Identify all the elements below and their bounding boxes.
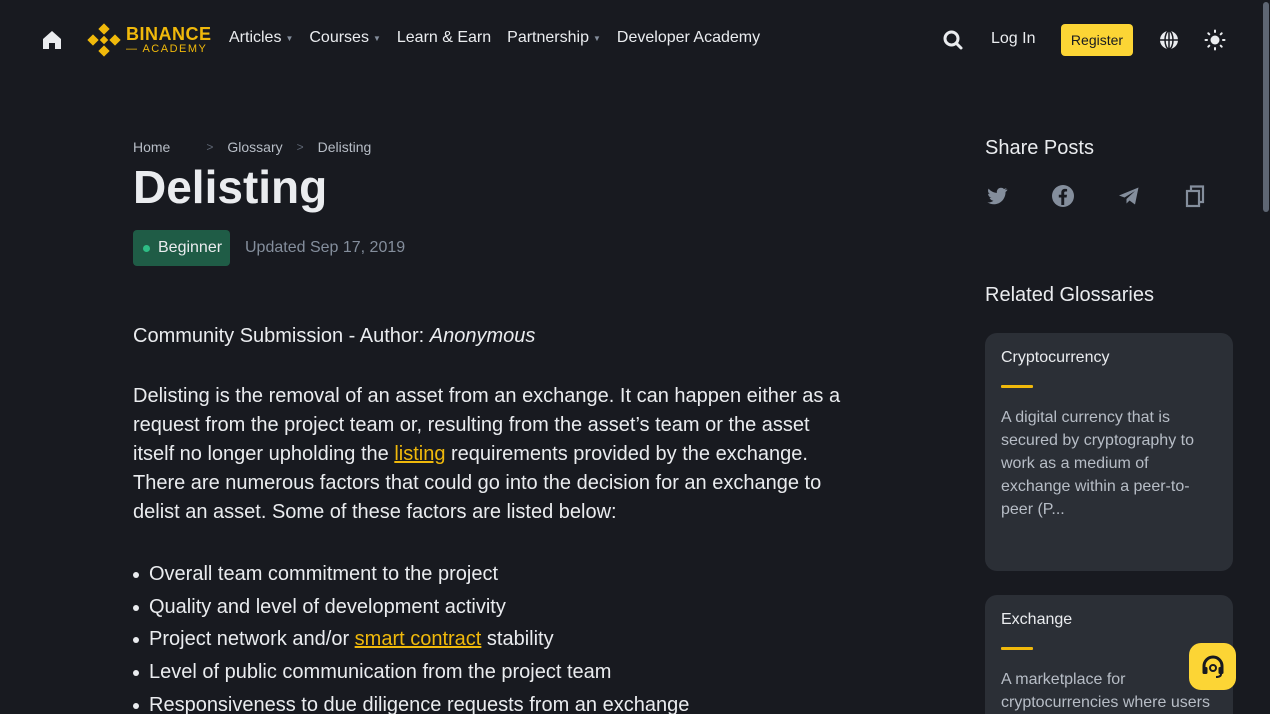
card-accent-bar [1001, 385, 1033, 388]
list-item: Responsiveness to due diligence requests… [133, 689, 689, 714]
theme-icon[interactable] [1204, 29, 1226, 51]
globe-icon[interactable] [1158, 29, 1180, 51]
breadcrumb: Home > Glossary > Delisting [133, 139, 371, 155]
card-accent-bar [1001, 647, 1033, 650]
nav-partnership[interactable]: Partnership ▼ [507, 29, 601, 47]
share-heading: Share Posts [985, 137, 1094, 159]
related-card-cryptocurrency[interactable]: Cryptocurrency A digital currency that i… [985, 333, 1233, 571]
scrollbar-thumb[interactable] [1263, 2, 1269, 212]
page-title: Delisting [133, 161, 328, 213]
logo-wordmark: BINANCE [126, 24, 212, 44]
smart-contract-link[interactable]: smart contract [355, 628, 482, 650]
page: BINANCE — ACADEMY Articles ▼ Courses ▼ Lea… [0, 0, 1270, 714]
login-link[interactable]: Log In [991, 30, 1035, 48]
difficulty-badge: Beginner [133, 230, 231, 266]
author-line: Community Submission - Author: Anonymous [133, 325, 536, 347]
related-heading: Related Glossaries [985, 284, 1154, 306]
chevron-right-icon: > [296, 140, 304, 154]
card-title: Cryptocurrency [1001, 349, 1110, 366]
factor-list: Overall team commitment to the project Q… [133, 558, 689, 714]
telegram-icon[interactable] [1117, 184, 1141, 208]
support-icon [1202, 655, 1223, 678]
card-description: A marketplace for cryptocurrencies where… [1001, 671, 1210, 711]
top-nav: BINANCE — ACADEMY Articles ▼ Courses ▼ Lea… [0, 0, 1262, 80]
article-intro: Delisting is the removal of an asset fro… [133, 385, 841, 523]
list-item: Project network and/or smart contract st… [133, 623, 689, 656]
logo-subtitle: — ACADEMY [126, 43, 208, 55]
list-item: Overall team commitment to the project [133, 558, 689, 591]
listing-link[interactable]: listing [394, 443, 445, 465]
facebook-icon[interactable] [1051, 184, 1075, 208]
updated-date: Updated Sep 17, 2019 [245, 239, 406, 256]
nav-courses[interactable]: Courses ▼ [309, 29, 381, 47]
breadcrumb-home[interactable]: Home [133, 139, 170, 155]
main-nav: Articles ▼ Courses ▼ Learn & Earn Partners… [229, 29, 776, 47]
breadcrumb-current: Delisting [317, 139, 372, 155]
twitter-icon[interactable] [985, 184, 1009, 208]
list-item: Level of public communication from the p… [133, 656, 689, 689]
search-icon[interactable] [942, 29, 964, 51]
difficulty-label: Beginner [158, 239, 223, 256]
chevron-right-icon: > [206, 140, 214, 154]
copy-icon[interactable] [1183, 184, 1207, 208]
caret-down-icon: ▼ [372, 33, 381, 43]
home-icon[interactable] [40, 28, 64, 52]
card-description: A digital currency that is secured by cr… [1001, 409, 1194, 518]
caret-down-icon: ▼ [592, 33, 601, 43]
register-button[interactable]: Register [1061, 24, 1133, 56]
support-chat-button[interactable] [1189, 643, 1236, 690]
binance-logo-icon [87, 23, 121, 57]
share-buttons [985, 184, 1249, 208]
status-dot-icon [143, 244, 150, 252]
author-name: Anonymous [429, 325, 536, 347]
nav-learn-earn[interactable]: Learn & Earn [397, 29, 491, 47]
nav-articles[interactable]: Articles ▼ [229, 29, 293, 47]
list-item: Quality and level of development activit… [133, 591, 689, 624]
page-scrollbar[interactable] [1262, 0, 1270, 714]
nav-developer-academy[interactable]: Developer Academy [617, 29, 760, 47]
card-title: Exchange [1001, 611, 1073, 628]
binance-academy-logo[interactable]: BINANCE — ACADEMY [86, 22, 212, 58]
caret-down-icon: ▼ [285, 33, 294, 43]
breadcrumb-glossary[interactable]: Glossary [227, 139, 282, 155]
